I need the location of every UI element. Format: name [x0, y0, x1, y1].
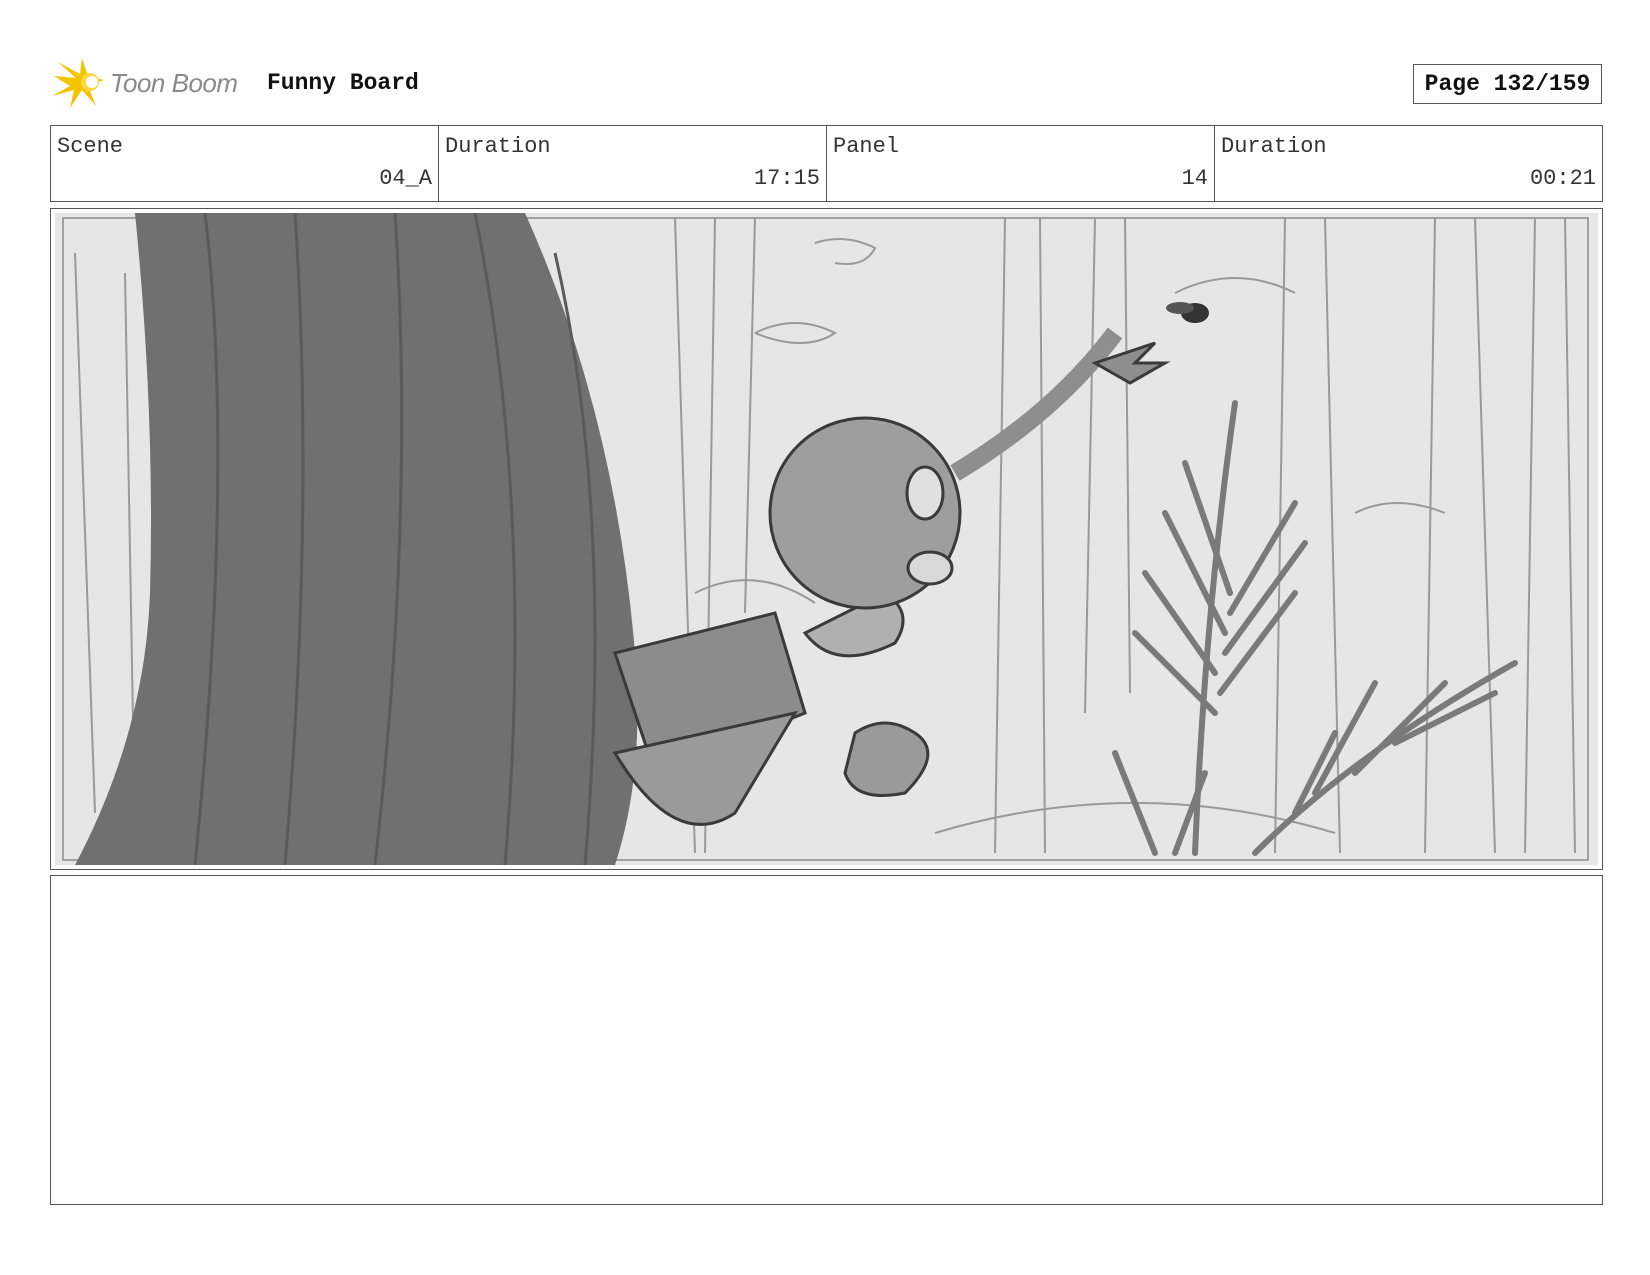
logo-text: Toon Boom	[110, 68, 238, 98]
panel-sketch-image	[55, 213, 1598, 865]
scene-duration-value: 17:15	[753, 166, 820, 191]
scene-cell: Scene 04_A	[51, 126, 439, 201]
scene-duration-cell: Duration 17:15	[439, 126, 827, 201]
scene-duration-label: Duration	[445, 134, 551, 159]
panel-duration-value: 00:21	[1529, 166, 1596, 191]
panel-duration-label: Duration	[1221, 134, 1327, 159]
panel-duration-cell: Duration 00:21	[1215, 126, 1602, 201]
panel-cell: Panel 14	[827, 126, 1215, 201]
panel-label: Panel	[833, 134, 900, 159]
storyboard-panel	[50, 208, 1603, 870]
scene-value: 04_A	[379, 166, 432, 191]
toon-boom-logo: Toon Boom	[52, 56, 252, 112]
project-title: Funny Board	[267, 70, 419, 96]
panel-notes-box	[50, 875, 1603, 1205]
panel-info-row: Scene 04_A Duration 17:15 Panel 14 Durat…	[50, 125, 1603, 202]
scene-label: Scene	[57, 134, 124, 159]
panel-value: 14	[1181, 166, 1208, 191]
page-indicator: Page 132/159	[1413, 64, 1602, 104]
toon-boom-logo-icon	[52, 58, 104, 108]
